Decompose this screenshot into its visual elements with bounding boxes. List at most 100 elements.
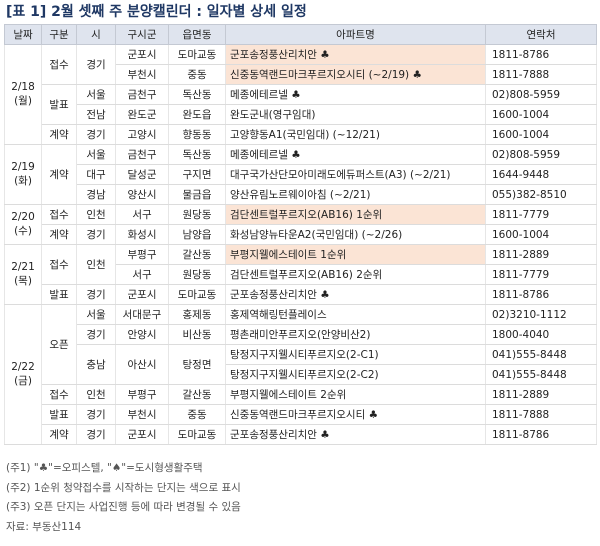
town-cell: 비산동 [168, 324, 226, 345]
footnote-1: (주1) "♣"=오피스텔, "♠"=도시형생활주택 [6, 462, 203, 474]
apartment-cell: 군포송정풍산리치안 ♣ [225, 424, 486, 445]
contact-cell: 1811-7888 [485, 404, 597, 425]
city-cell: 대구 [76, 164, 116, 185]
table-row: 발표 경기 부천시 중동 신중동역랜드마크푸르지오시티 ♣ 1811-7888 [5, 404, 597, 425]
apartment-cell: 메종에테르넬 ♣ [225, 84, 486, 105]
type-cell: 계약 [41, 144, 77, 205]
district-cell: 부평구 [115, 244, 169, 265]
town-cell: 물금읍 [168, 184, 226, 205]
date-cell: 2/21 (목) [4, 244, 42, 305]
town-cell: 중동 [168, 64, 226, 85]
city-cell: 서울 [76, 84, 116, 105]
apartment-cell: 군포송정풍산리치안 ♣ [225, 284, 486, 305]
town-cell: 홍제동 [168, 304, 226, 325]
table-row: 2/21 (목) 접수 인천 부평구 갈산동 부평지웰에스테이트 1순위 1811… [4, 244, 597, 305]
city-cell: 경기 [76, 224, 116, 245]
town-cell: 향동동 [168, 124, 226, 145]
table-row: 접수 인천 부평구 갈산동 부평지웰에스테이트 2순위 1811-2889 [5, 384, 597, 405]
city-cell: 경기 [76, 404, 116, 425]
city-cell: 경기 [76, 284, 116, 305]
contact-cell: 1811-2889 [485, 244, 597, 265]
contact-cell: 1811-8786 [485, 424, 597, 445]
table-row: 경기 안양시 비산동 평촌래미안푸르지오(안양비산2) 1800-4040 [5, 324, 597, 345]
col-header-apartment: 아파트명 [225, 24, 486, 45]
city-cell: 서울 [76, 144, 116, 165]
contact-cell: 1600-1004 [485, 124, 597, 145]
table-header-row: 날짜 구분 시 구시군 읍면동 아파트명 연락처 [4, 24, 597, 45]
town-cell: 중동 [168, 404, 226, 425]
col-header-contact: 연락처 [485, 24, 597, 45]
date-cell: 2/20 (수) [4, 204, 42, 245]
apartment-cell: 군포송정풍산리치안 ♣ [225, 44, 486, 65]
table-row: 2/22 (금) 오픈 서울 서대문구 홍제동 홍제역해링턴플레이스 02)321… [4, 304, 597, 445]
contact-cell: 02)3210-1112 [485, 304, 597, 325]
apartment-cell: 부평지웰에스테이트 1순위 [225, 244, 486, 265]
type-cell: 접수 [41, 44, 77, 85]
table-row: 2/18 (월) 접수 경기 군포시 도마교동 군포송정풍산리치안 ♣ 1811-… [4, 44, 597, 145]
district-cell: 군포시 [115, 44, 169, 65]
city-cell: 인천 [76, 204, 116, 225]
contact-cell: 1600-1004 [485, 224, 597, 245]
contact-cell: 1644-9448 [485, 164, 597, 185]
town-cell: 독산동 [168, 84, 226, 105]
contact-cell: 1800-4040 [485, 324, 597, 345]
table-row: 계약 경기 군포시 도마교동 군포송정풍산리치안 ♣ 1811-8786 [5, 424, 597, 445]
town-cell: 도마교동 [168, 424, 226, 445]
footnotes: (주1) "♣"=오피스텔, "♠"=도시형생활주택 (주2) 1순위 청약접수… [6, 459, 241, 537]
col-header-town: 읍면동 [168, 24, 226, 45]
apartment-cell: 평촌래미안푸르지오(안양비산2) [225, 324, 486, 345]
city-cell: 경기 [76, 424, 116, 445]
type-cell: 접수 [41, 384, 77, 405]
apartment-cell: 홍제역해링턴플레이스 [225, 304, 486, 325]
district-cell: 부천시 [115, 64, 169, 85]
table-row: 계약 경기 고양시 향동동 고양향동A1(국민임대) (~12/21) 1600… [5, 124, 597, 145]
district-cell: 금천구 [115, 84, 169, 105]
town-cell: 탕정면 [168, 344, 226, 385]
source-note: 자료: 부동산114 [6, 520, 82, 533]
town-cell: 완도읍 [168, 104, 226, 125]
district-cell: 금천구 [115, 144, 169, 165]
town-cell: 원당동 [168, 204, 226, 225]
district-cell: 부천시 [115, 404, 169, 425]
town-cell: 도마교동 [168, 44, 226, 65]
type-cell: 접수 [41, 244, 77, 285]
town-cell: 갈산동 [168, 244, 226, 265]
type-cell: 발표 [41, 284, 77, 305]
col-header-type: 구분 [41, 24, 77, 45]
contact-cell: 1811-7779 [485, 204, 597, 225]
apartment-cell: 고양향동A1(국민임대) (~12/21) [225, 124, 486, 145]
contact-cell: 041)555-8448 [485, 344, 597, 365]
contact-cell: 02)808-5959 [485, 84, 597, 105]
district-cell: 달성군 [115, 164, 169, 185]
table-row: 계약 경기 화성시 남양읍 화성남양뉴타운A2(국민임대) (~2/26) 16… [5, 224, 597, 245]
apartment-cell: 신중동역랜드마크푸르지오시티 ♣ [225, 404, 486, 425]
col-header-city: 시 [76, 24, 116, 45]
apartment-cell: 신중동역랜드마크푸르지오시티 (~2/19) ♣ [225, 64, 486, 85]
table-row: 대구 달성군 구지면 대구국가산단모아미래도에듀퍼스트(A3) (~2/21) … [5, 164, 597, 185]
town-cell: 갈산동 [168, 384, 226, 405]
city-cell: 경남 [76, 184, 116, 205]
footnote-3: (주3) 오픈 단지는 사업진행 등에 따라 변경될 수 있음 [6, 501, 241, 513]
district-cell: 안양시 [115, 324, 169, 345]
district-cell: 군포시 [115, 424, 169, 445]
schedule-table: 날짜 구분 시 구시군 읍면동 아파트명 연락처 2/18 (월) 접수 경기 군… [4, 24, 597, 445]
table-row: 발표 서울 금천구 독산동 메종에테르넬 ♣ 02)808-5959 [5, 84, 597, 125]
contact-cell: 041)555-8448 [485, 364, 597, 385]
contact-cell: 1811-7779 [485, 264, 597, 285]
table-row: 충남 아산시 탕정면 탕정지구지웰시티푸르지오(2-C1) 041)555-84… [5, 344, 597, 385]
city-cell: 서울 [76, 304, 116, 325]
apartment-cell: 대구국가산단모아미래도에듀퍼스트(A3) (~2/21) [225, 164, 486, 185]
town-cell: 구지면 [168, 164, 226, 185]
district-cell: 완도군 [115, 104, 169, 125]
apartment-cell: 검단센트럴푸르지오(AB16) 2순위 [225, 264, 486, 285]
apartment-cell: 완도군내(영구임대) [225, 104, 486, 125]
district-cell: 양산시 [115, 184, 169, 205]
table-row: 2/20 (수) 접수 인천 서구 원당동 검단센트럴푸르지오(AB16) 1순위… [4, 204, 597, 245]
district-cell: 서구 [115, 204, 169, 225]
city-cell: 경기 [76, 124, 116, 145]
district-cell: 아산시 [115, 344, 169, 385]
apartment-cell: 화성남양뉴타운A2(국민임대) (~2/26) [225, 224, 486, 245]
table-row: 전남 완도군 완도읍 완도군내(영구임대) 1600-1004 [5, 104, 597, 125]
town-cell: 독산동 [168, 144, 226, 165]
apartment-cell: 검단센트럴푸르지오(AB16) 1순위 [225, 204, 486, 225]
